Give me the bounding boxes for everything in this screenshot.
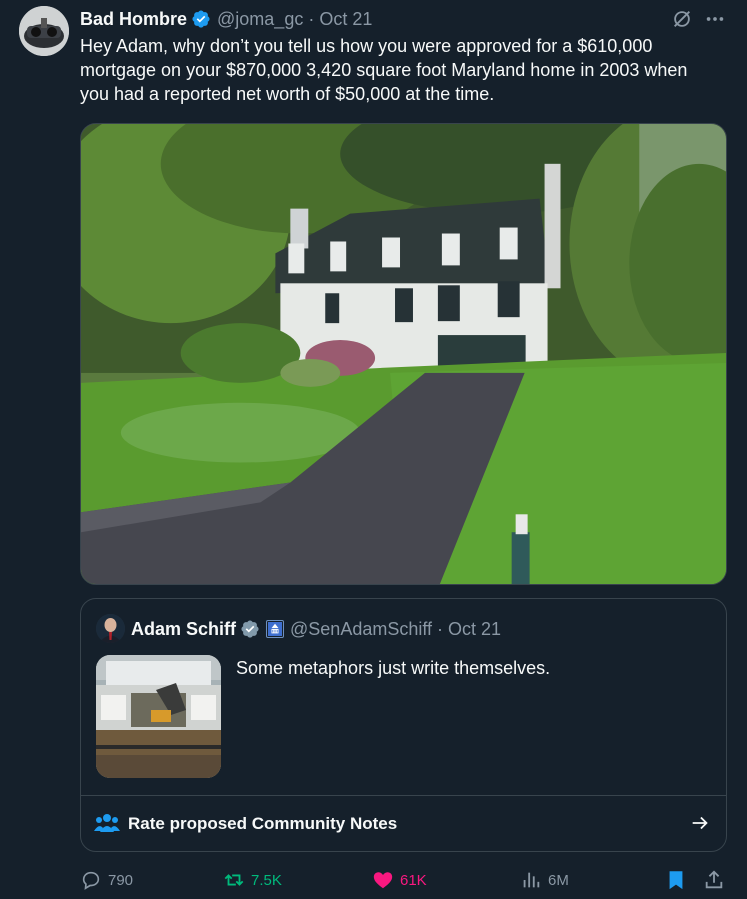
- tweet-date[interactable]: Oct 21: [319, 9, 372, 30]
- community-notes-button[interactable]: Rate proposed Community Notes: [81, 795, 726, 851]
- tweet: Bad Hombre @joma_gc · Oct 21 Hey Adam, w…: [0, 0, 747, 899]
- bookmark-icon: [669, 871, 683, 890]
- avatar[interactable]: [19, 6, 69, 56]
- views-chart-icon: [523, 872, 540, 888]
- quote-text: Some metaphors just write themselves.: [236, 658, 551, 678]
- more-icon[interactable]: [703, 8, 727, 30]
- gray-verified-icon: [241, 620, 259, 638]
- views-button[interactable]: 6M: [520, 864, 569, 896]
- quote-author-name[interactable]: Adam Schiff: [131, 619, 236, 640]
- quote-header: Adam Schiff @SenAdamSchiff · Oct 21: [131, 618, 501, 640]
- people-icon: [94, 814, 120, 832]
- tweet-text: Hey Adam, why don’t you tell us how you …: [80, 36, 688, 104]
- separator: ·: [437, 618, 444, 639]
- like-count: 61K: [400, 871, 427, 889]
- action-bar: 790 7.5K 61K 6M: [0, 864, 747, 898]
- retweet-button[interactable]: 7.5K: [223, 864, 282, 896]
- quote-author-handle[interactable]: @SenAdamSchiff: [290, 619, 432, 640]
- reply-button[interactable]: 790: [80, 864, 133, 896]
- quoted-tweet[interactable]: Adam Schiff @SenAdamSchiff · Oct 21 Some…: [80, 598, 727, 852]
- reply-count: 790: [108, 871, 134, 889]
- retweet-icon: [224, 874, 244, 886]
- arrow-right-icon: [692, 816, 708, 830]
- author-name[interactable]: Bad Hombre: [80, 9, 187, 30]
- community-notes-label: Rate proposed Community Notes: [128, 814, 398, 833]
- grok-icon[interactable]: [671, 8, 693, 30]
- like-button[interactable]: 61K: [372, 864, 427, 896]
- views-count: 6M: [548, 871, 569, 889]
- quote-date[interactable]: Oct 21: [448, 619, 501, 640]
- capitol-badge-icon: [266, 620, 285, 638]
- bookmark-button[interactable]: [665, 864, 693, 896]
- separator: ·: [308, 8, 315, 29]
- tweet-header: Bad Hombre @joma_gc · Oct 21: [80, 6, 372, 32]
- author-handle[interactable]: @joma_gc: [217, 9, 303, 30]
- retweet-count: 7.5K: [251, 871, 282, 889]
- share-button[interactable]: [703, 864, 731, 896]
- tweet-photo[interactable]: [80, 123, 727, 585]
- quote-photo[interactable]: [96, 655, 221, 778]
- reply-icon: [82, 871, 100, 890]
- share-icon: [705, 870, 723, 889]
- verified-badge-icon: [192, 10, 210, 28]
- heart-icon: [373, 872, 393, 889]
- quote-avatar[interactable]: [96, 614, 125, 643]
